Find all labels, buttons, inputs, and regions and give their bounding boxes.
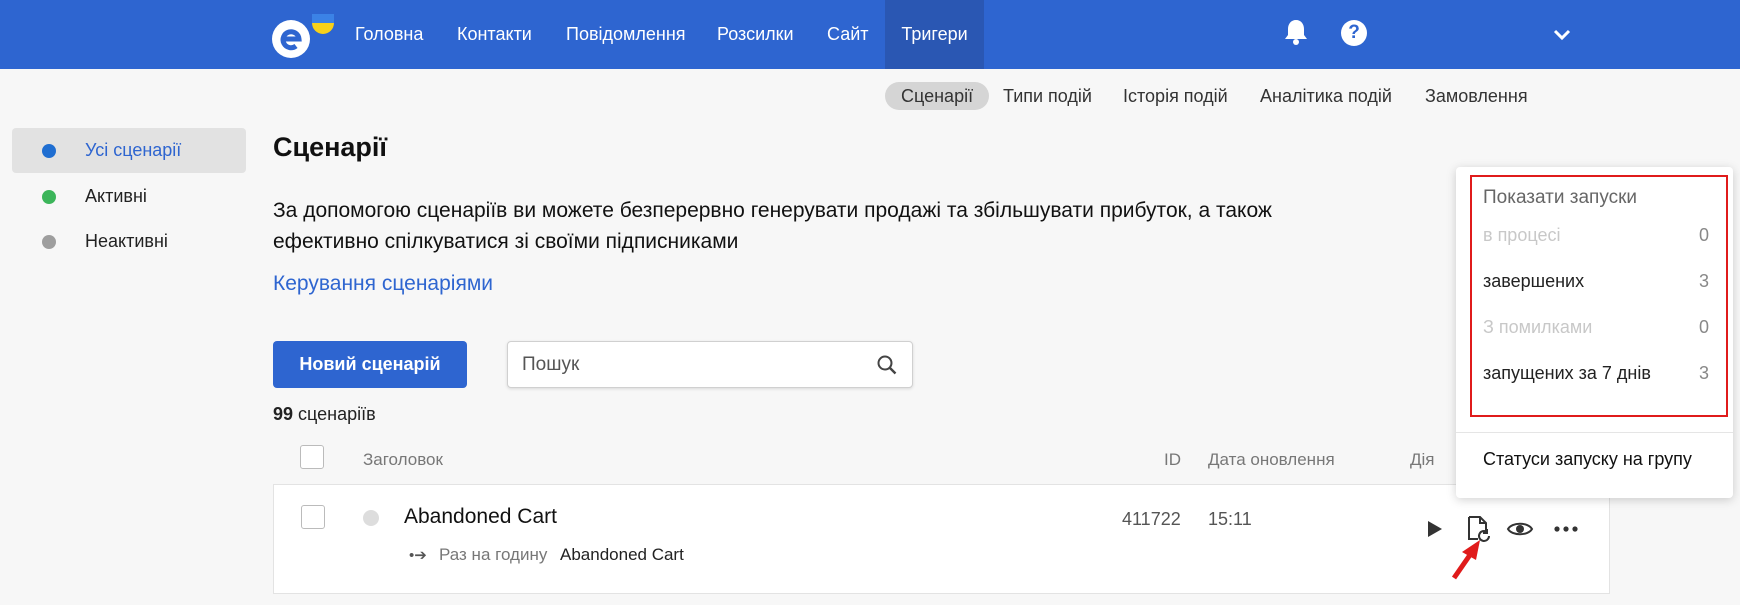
dropdown-item-count: 3	[1698, 271, 1709, 291]
row-checkbox[interactable]	[301, 505, 325, 529]
scenario-count-label: сценаріїв	[298, 404, 376, 424]
manage-scenarios-link[interactable]: Керування сценаріями	[273, 272, 493, 296]
search-box	[507, 341, 913, 388]
row-title[interactable]: Abandoned Cart	[404, 505, 557, 529]
subnav-event-types[interactable]: Типи подій	[987, 82, 1108, 110]
dropdown-heading: Показати запуски	[1483, 187, 1638, 208]
play-icon[interactable]	[1420, 515, 1448, 543]
dropdown-item-label: З помилками	[1483, 317, 1593, 337]
search-input[interactable]	[522, 342, 862, 387]
sidebar-item-label: Усі сценарії	[85, 140, 182, 160]
subnav-orders[interactable]: Замовлення	[1409, 82, 1544, 110]
top-navigation-bar: Головна Контакти Повідомлення Розсилки С…	[0, 0, 1740, 69]
dropdown-item-label: в процесі	[1483, 225, 1561, 245]
new-scenario-button[interactable]: Новий сценарій	[273, 341, 467, 388]
scenario-count: 99 сценаріїв	[273, 404, 376, 425]
chevron-down-icon[interactable]	[1551, 24, 1573, 46]
page-description: За допомогою сценаріїв ви можете безпере…	[273, 199, 1272, 253]
view-icon[interactable]	[1506, 515, 1534, 543]
column-header-title[interactable]: Заголовок	[363, 450, 443, 470]
status-dot-icon	[42, 144, 56, 158]
nav-messages[interactable]: Повідомлення	[566, 0, 686, 69]
sidebar-item-all-scenarios[interactable]: Усі сценарії	[12, 128, 246, 173]
annotation-arrow-icon	[1451, 540, 1480, 580]
row-frequency: Раз на годину	[439, 545, 548, 564]
subnav-event-analytics[interactable]: Аналітика подій	[1244, 82, 1408, 110]
sidebar-item-inactive[interactable]: Неактивні	[12, 219, 246, 264]
sidebar-item-active[interactable]: Активні	[12, 174, 246, 219]
nav-site[interactable]: Сайт	[827, 0, 869, 69]
page-title: Сценарії	[273, 132, 388, 162]
sidebar-item-label: Активні	[85, 186, 147, 206]
sidebar-item-label: Неактивні	[85, 231, 168, 251]
subnav-event-history[interactable]: Історія подій	[1107, 82, 1244, 110]
scenario-count-number: 99	[273, 404, 294, 424]
row-event-name[interactable]: Abandoned Cart	[560, 545, 684, 565]
status-dot-icon	[363, 510, 379, 526]
logo-icon[interactable]	[270, 10, 340, 60]
column-header-updated[interactable]: Дата оновлення	[1208, 450, 1335, 470]
nav-home[interactable]: Головна	[355, 0, 423, 69]
help-icon[interactable]: ?	[1341, 20, 1367, 46]
row-id: 411722	[1122, 509, 1181, 529]
trigger-arrow-icon: •➔	[409, 547, 427, 564]
search-icon[interactable]	[876, 354, 898, 376]
select-all-checkbox[interactable]	[300, 445, 324, 469]
more-icon[interactable]	[1552, 515, 1580, 543]
nav-triggers[interactable]: Тригери	[885, 0, 984, 69]
dropdown-divider	[1456, 432, 1733, 433]
dropdown-item-count: 0	[1698, 225, 1709, 245]
column-header-id[interactable]: ID	[1164, 450, 1181, 470]
bell-icon[interactable]	[1283, 18, 1309, 46]
dropdown-item-count: 0	[1698, 317, 1709, 337]
nav-mailings[interactable]: Розсилки	[717, 0, 794, 69]
dropdown-item-label: завершених	[1483, 271, 1585, 291]
table-row[interactable]: Abandoned Cart •➔ Раз на годину Abandone…	[273, 484, 1610, 594]
launches-dropdown: Показати запуски в процесі 0 завершених …	[1456, 167, 1733, 498]
dropdown-item-count: 3	[1698, 363, 1709, 383]
status-dot-icon	[42, 235, 56, 249]
column-header-action: Дія	[1410, 450, 1435, 469]
status-dot-icon	[42, 190, 56, 204]
row-updated: 15:11	[1208, 509, 1252, 529]
group-launch-status-item[interactable]: Статуси запуску на групу	[1483, 439, 1692, 479]
dropdown-item-label: запущених за 7 днів	[1483, 363, 1651, 383]
subnav-scenarios[interactable]: Сценарії	[885, 82, 990, 110]
nav-contacts[interactable]: Контакти	[457, 0, 532, 69]
